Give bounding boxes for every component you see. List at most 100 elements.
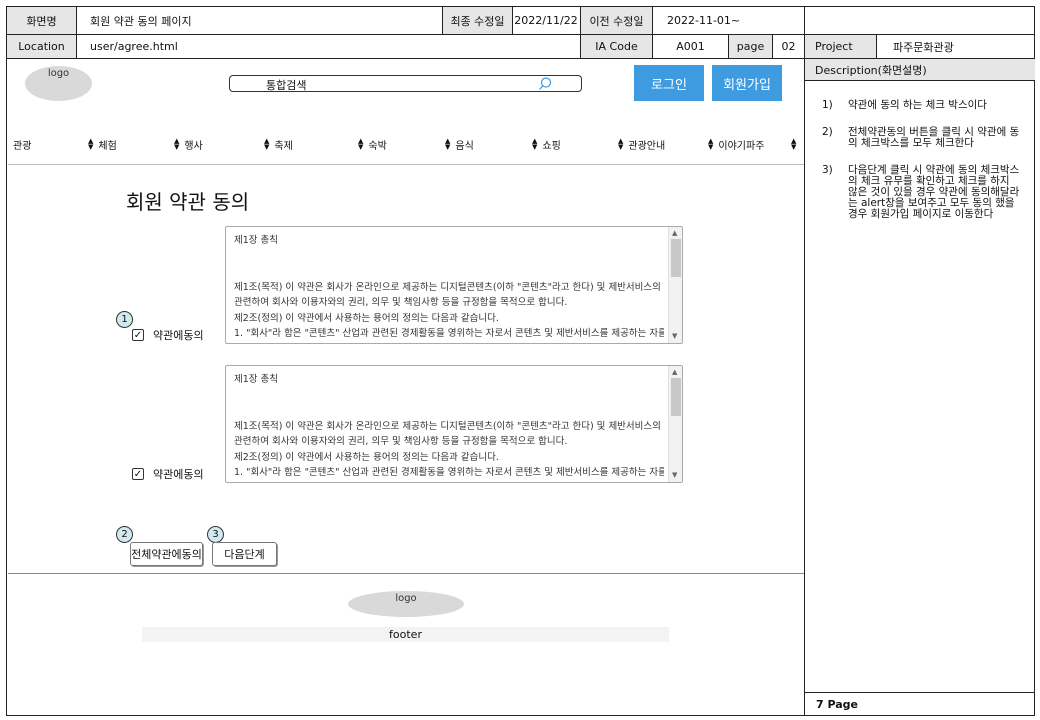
nav-divider bbox=[8, 164, 804, 165]
location-label: Location bbox=[7, 35, 76, 58]
project-label: Project bbox=[805, 35, 876, 58]
agree-checkbox[interactable]: ✓ bbox=[132, 468, 144, 480]
footer: footer bbox=[142, 627, 669, 642]
nav-label: 이야기파주 bbox=[718, 140, 765, 152]
sort-arrows-icon: ▲ ▼ bbox=[618, 137, 624, 151]
next-step-button[interactable]: 다음단계 bbox=[212, 542, 277, 566]
col-divider bbox=[876, 34, 877, 58]
terms-line: 제1조(목적) 이 약관은 회사가 온라인으로 제공하는 디지털콘텐츠(이하 "… bbox=[234, 420, 664, 432]
scroll-up-icon[interactable]: ▲ bbox=[672, 368, 677, 376]
description-item: 1) 약관에 동의 하는 체크 박스이다 bbox=[822, 100, 1022, 111]
sort-arrows-icon: ▲ ▼ bbox=[264, 137, 270, 151]
terms-content: 제1장 총칙 제1조(목적) 이 약관은 회사가 온라인으로 제공하는 디지털콘… bbox=[234, 372, 664, 481]
terms-line: 제2조(정의) 이 약관에서 사용하는 용어의 정의는 다음과 같습니다. bbox=[234, 312, 499, 324]
search-placeholder: 통합검색 bbox=[266, 79, 307, 92]
last-modified-date: 2022/11/22 bbox=[514, 14, 578, 27]
description-item: 3) 다음단계 클릭 시 약관에 동의 체크박스의 체크 유무를 확인하고 체크를… bbox=[822, 165, 1022, 220]
footer-logo: logo bbox=[348, 591, 464, 617]
terms-heading: 제1장 총칙 bbox=[234, 374, 279, 385]
description-text: 약관에 동의 하는 체크 박스이다 bbox=[848, 99, 987, 111]
nav-more[interactable]: ▲ ▼ bbox=[791, 128, 801, 160]
location-path: user/agree.html bbox=[90, 40, 178, 53]
nav-item-paju-story[interactable]: ▲ ▼ 이야기파주 bbox=[708, 128, 764, 160]
nav-item-lodging[interactable]: ▲ ▼ 숙박 bbox=[358, 128, 387, 160]
terms-line: 제1조(목적) 이 약관은 회사가 온라인으로 제공하는 디지털콘텐츠(이하 "… bbox=[234, 281, 664, 293]
sort-arrows-icon: ▲ ▼ bbox=[791, 137, 797, 151]
sort-arrows-icon: ▲ ▼ bbox=[358, 137, 364, 151]
description-num: 1) bbox=[822, 99, 833, 111]
description-num: 3) bbox=[822, 164, 833, 176]
project-name: 파주문화관광 bbox=[893, 40, 954, 54]
annotation-badge: 1 bbox=[116, 311, 133, 328]
description-num: 2) bbox=[822, 126, 833, 138]
screen-name: 회원 약관 동의 페이지 bbox=[90, 14, 192, 28]
agree-checkbox[interactable]: ✓ bbox=[132, 329, 144, 341]
terms-line: 제2조(정의) 이 약관에서 사용하는 용어의 정의는 다음과 같습니다. bbox=[234, 451, 499, 463]
agree-all-button[interactable]: 전체약관에동의 bbox=[130, 542, 203, 566]
col-divider bbox=[76, 6, 77, 58]
page-title: 회원 약관 동의 bbox=[126, 190, 250, 214]
nav-item-shopping[interactable]: ▲ ▼ 쇼핑 bbox=[532, 128, 561, 160]
page-footer: 7 Page bbox=[816, 697, 859, 711]
terms-line: 1. "회사"라 함은 "콘텐츠" 산업과 관련된 경제활동을 영위하는 자로서… bbox=[234, 328, 664, 339]
description-list: 1) 약관에 동의 하는 체크 박스이다 2) 전체약관동의 버튼을 클릭 시 약관… bbox=[822, 100, 1022, 236]
scroll-up-icon[interactable]: ▲ bbox=[672, 229, 677, 237]
agree-label: 약관에동의 bbox=[153, 468, 204, 481]
annotation-badge: 2 bbox=[116, 526, 133, 543]
terms-line: 1. "회사"라 함은 "콘텐츠" 산업과 관련된 경제활동을 영위하는 자로서… bbox=[234, 467, 664, 478]
agree-label: 약관에동의 bbox=[153, 329, 204, 342]
panel-divider bbox=[804, 6, 805, 716]
sort-arrows-icon: ▲ ▼ bbox=[445, 137, 451, 151]
nav-label: 관광안내 bbox=[628, 140, 666, 152]
main-nav: 관광 ▲ ▼ 체험 ▲ ▼ 행사 ▲ ▼ 축제 ▲ ▼ 숙박 ▲ ▼ 음식 ▲ ▼ 쇼핑 ▲ ▼ 관광안내 … bbox=[8, 128, 804, 160]
search-icon[interactable] bbox=[537, 76, 553, 92]
signup-button[interactable]: 회원가입 bbox=[712, 65, 782, 101]
sort-arrows-icon: ▲ ▼ bbox=[174, 137, 180, 151]
scroll-thumb[interactable] bbox=[671, 378, 681, 416]
nav-item-food[interactable]: ▲ ▼ 음식 bbox=[445, 128, 474, 160]
ia-code: A001 bbox=[676, 40, 705, 53]
terms-content: 제1장 총칙 제1조(목적) 이 약관은 회사가 온라인으로 제공하는 디지털콘… bbox=[234, 233, 664, 342]
ia-code-label: IA Code bbox=[581, 35, 652, 58]
last-modified-label: 최종 수정일 bbox=[443, 7, 512, 34]
description-divider bbox=[804, 80, 1035, 81]
nav-item-tour[interactable]: 관광 bbox=[13, 128, 31, 160]
prev-modified-label: 이전 수정일 bbox=[581, 7, 652, 34]
nav-label: 체험 bbox=[98, 140, 117, 152]
nav-item-festival[interactable]: ▲ ▼ 축제 bbox=[264, 128, 293, 160]
scroll-down-icon[interactable]: ▼ bbox=[672, 471, 677, 479]
prev-modified-date: 2022-11-01~ bbox=[667, 14, 741, 27]
nav-label: 음식 bbox=[455, 140, 474, 152]
terms-line: 관련하여 회사와 이용자와의 권리, 의무 및 책임사항 등을 규정함을 목적으… bbox=[234, 436, 568, 447]
scroll-thumb[interactable] bbox=[671, 239, 681, 277]
terms-agree-row: ✓ 약관에동의 bbox=[132, 327, 204, 343]
terms-line: 관련하여 회사와 이용자와의 권리, 의무 및 책임사항 등을 규정함을 목적으… bbox=[234, 297, 568, 308]
description-label: Description(화면설명) bbox=[805, 59, 1035, 80]
terms-box[interactable]: 제1장 총칙 제1조(목적) 이 약관은 회사가 온라인으로 제공하는 디지털콘… bbox=[225, 365, 683, 483]
nav-item-events[interactable]: ▲ ▼ 행사 bbox=[174, 128, 203, 160]
page-label: page bbox=[729, 35, 772, 58]
nav-item-tour-info[interactable]: ▲ ▼ 관광안내 bbox=[618, 128, 665, 160]
nav-label: 축제 bbox=[274, 140, 293, 152]
nav-item-experience[interactable]: ▲ ▼ 체험 bbox=[88, 128, 117, 160]
site-logo[interactable]: logo bbox=[25, 66, 92, 101]
description-item: 2) 전체약관동의 버튼을 클릭 시 약관에 동의 체크박스를 모두 체크한다 bbox=[822, 127, 1022, 149]
footer-divider bbox=[8, 573, 804, 574]
sort-arrows-icon: ▲ ▼ bbox=[532, 137, 538, 151]
terms-heading: 제1장 총칙 bbox=[234, 235, 279, 246]
page-number: 02 bbox=[781, 40, 796, 53]
terms-agree-row: ✓ 약관에동의 bbox=[132, 466, 204, 482]
terms-scrollbar[interactable]: ▲ ▼ bbox=[668, 366, 682, 482]
sort-arrows-icon: ▲ ▼ bbox=[708, 137, 714, 151]
nav-label: 숙박 bbox=[368, 140, 387, 152]
terms-scrollbar[interactable]: ▲ ▼ bbox=[668, 227, 682, 343]
check-icon: ✓ bbox=[133, 468, 143, 480]
nav-label: 쇼핑 bbox=[542, 140, 561, 152]
annotation-badge: 3 bbox=[207, 526, 224, 543]
login-button[interactable]: 로그인 bbox=[634, 65, 704, 101]
scroll-down-icon[interactable]: ▼ bbox=[672, 332, 677, 340]
search-input[interactable]: 통합검색 bbox=[229, 75, 582, 92]
description-text: 다음단계 클릭 시 약관에 동의 체크박스의 체크 유무를 확인하고 체크를 하… bbox=[848, 164, 1020, 220]
description-text: 전체약관동의 버튼을 클릭 시 약관에 동의 체크박스를 모두 체크한다 bbox=[848, 126, 1020, 149]
terms-box[interactable]: 제1장 총칙 제1조(목적) 이 약관은 회사가 온라인으로 제공하는 디지털콘… bbox=[225, 226, 683, 344]
